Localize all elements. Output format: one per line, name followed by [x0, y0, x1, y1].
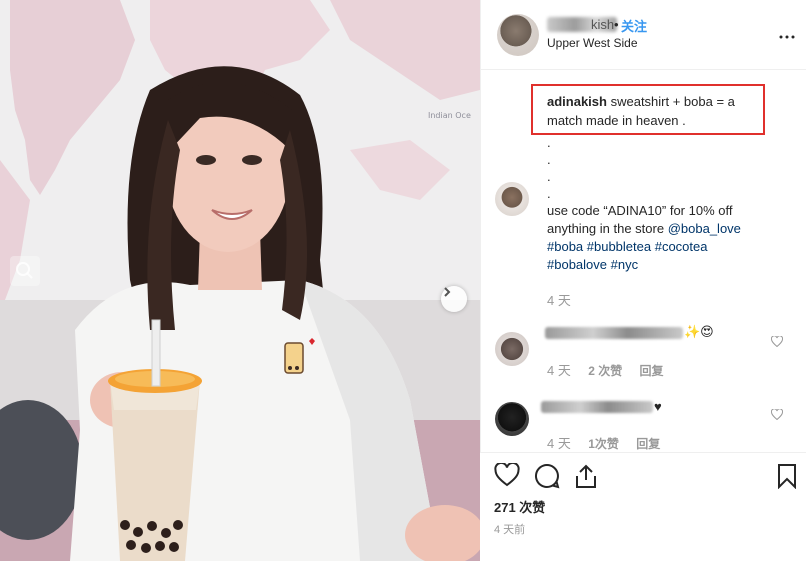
location-link[interactable]: Upper West Side: [547, 36, 638, 50]
svg-text:Indian Oce: Indian Oce: [428, 111, 471, 120]
post-timestamp: 4 天前: [494, 524, 526, 536]
author-avatar[interactable]: [497, 14, 539, 56]
comment-emoji: ✨😍: [684, 324, 714, 339]
chevron-right-icon: [444, 287, 451, 297]
author-username[interactable]: kish: [591, 17, 614, 32]
comment-avatar[interactable]: [495, 332, 529, 366]
comment-timestamp: 4 天: [547, 436, 571, 451]
comment-line-text: anything in the store: [547, 221, 668, 236]
post-header: kish • 关注 Upper West Side: [481, 0, 806, 70]
heart-icon[interactable]: [494, 461, 520, 492]
comment-timestamp: 4 天: [547, 363, 571, 378]
comment-username-blurred[interactable]: [541, 401, 653, 413]
reply-button[interactable]: 回复: [636, 437, 660, 451]
follow-button[interactable]: 关注: [621, 16, 647, 35]
post-caption: adinakish sweatshirt + boba = a match ma…: [547, 92, 762, 130]
comment-like-heart-icon[interactable]: [770, 334, 784, 352]
comment-icon[interactable]: [534, 463, 560, 494]
dot-line: .: [547, 135, 551, 150]
comment-likes[interactable]: 1次赞: [588, 437, 619, 451]
comment-meta: 4 天 2 次赞 回复: [547, 360, 678, 379]
comment-like-heart-icon[interactable]: [770, 407, 784, 425]
comment-body: use code “ADINA10” for 10% off anything …: [547, 202, 777, 274]
post-photo[interactable]: Indian Oce: [0, 0, 480, 561]
post-actions: 271 次赞 4 天前: [480, 452, 806, 561]
caption-author[interactable]: adinakish: [547, 94, 607, 109]
comment-line: use code “ADINA10” for 10% off: [547, 203, 733, 218]
caption-dots: . . . .: [547, 134, 551, 202]
share-icon[interactable]: [574, 463, 598, 494]
magnifier-icon: [16, 262, 33, 279]
next-photo-button[interactable]: [441, 286, 467, 312]
more-options-icon[interactable]: [779, 26, 795, 44]
comment-username-blurred[interactable]: [545, 327, 683, 339]
comment-likes[interactable]: 2 次赞: [588, 364, 622, 378]
hashtag-links[interactable]: #bobalove #nyc: [547, 256, 777, 274]
zoom-button[interactable]: [10, 256, 40, 286]
comment-avatar[interactable]: [495, 402, 529, 436]
comment-line: anything in the store @boba_love: [547, 220, 777, 238]
reply-button[interactable]: 回复: [640, 364, 664, 378]
bookmark-icon[interactable]: [777, 463, 797, 494]
likes-count[interactable]: 271 次赞: [494, 497, 545, 516]
dot-line: .: [547, 186, 551, 201]
dot-line: .: [547, 152, 551, 167]
comment-avatar[interactable]: [495, 182, 529, 216]
comment-timestamp: 4 天: [547, 293, 571, 308]
mention-link[interactable]: @boba_love: [668, 221, 741, 236]
hashtag-links[interactable]: #boba #bubbletea #cocotea: [547, 238, 777, 256]
dot-line: .: [547, 169, 551, 184]
follow-separator: •: [614, 17, 619, 32]
photo-illustration: Indian Oce: [0, 0, 480, 561]
comment-meta: 4 天 1次赞 回复: [547, 433, 674, 452]
comment-emoji: ♥: [654, 399, 662, 414]
